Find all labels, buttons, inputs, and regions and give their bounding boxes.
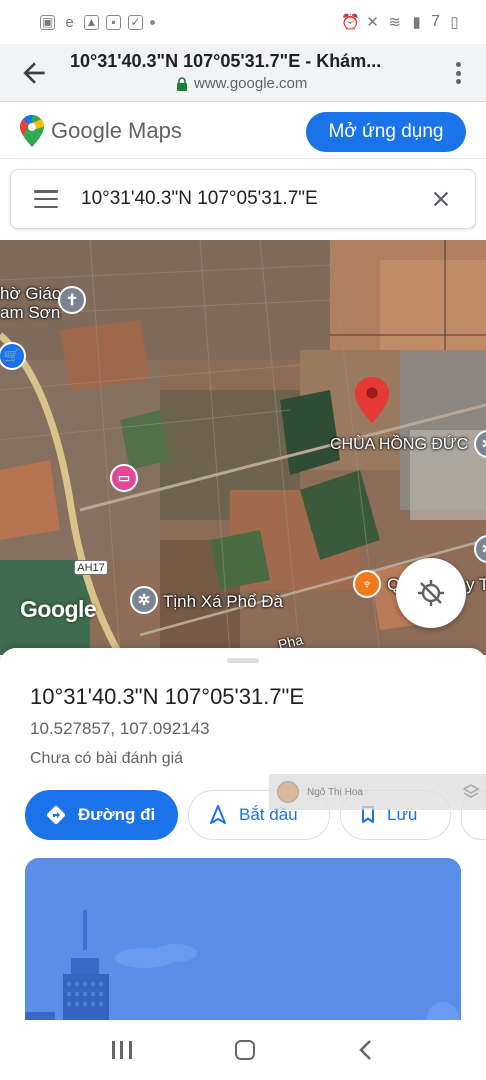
back-icon[interactable] [358,1039,374,1061]
maps-header: Google Maps Mở ứng dụng [0,103,486,159]
city-illustration [25,858,461,1020]
status-notifications: ▣ e ▲ ▪ ✓ [40,13,155,31]
dropped-pin-icon[interactable] [355,377,389,423]
map-label-church-line1: hờ Giáo [0,284,62,303]
map-label-partial-right: y T [466,575,486,594]
church-poi-icon[interactable]: ✝ [58,286,86,314]
restaurant-poi-icon[interactable]: ♆ [353,570,381,598]
more-options-icon[interactable] [448,59,468,87]
place-photo-card[interactable] [25,858,461,1020]
status-bar: ▣ e ▲ ▪ ✓ ⏰ ✕ ≋ ▮ 7 ▯ [0,0,486,44]
user-watermark: Ngô Thị Hoa [269,774,486,810]
google-wordmark: Google [20,596,97,622]
battery-level: 7 [431,13,440,30]
mute-icon: ✕ [366,13,379,31]
drag-handle[interactable] [227,658,259,663]
layers-icon [462,784,480,798]
check-notification-icon: ✓ [128,14,143,30]
photo-notification-icon: ▲ [84,14,99,30]
review-status: Chưa có bài đánh giá [30,750,184,767]
map-label-pagoda[interactable]: CHÙA HỒNG ĐỨC [330,436,468,454]
url-text: www.google.com [194,75,308,92]
lock-icon [177,76,187,91]
battery-icon: ▯ [450,13,459,31]
app-notification-icon: ▪ [106,14,121,30]
watermark-name: Ngô Thị Hoa [307,786,363,798]
gallery-notification-icon: ▣ [40,14,55,30]
search-input[interactable]: 10°31'40.3"N 107°05'31.7"E [81,188,318,210]
browser-notification-icon: e [65,13,74,31]
close-icon[interactable] [430,188,452,210]
location-off-icon [418,580,444,606]
menu-icon[interactable] [34,190,58,208]
recent-apps-icon[interactable] [111,1041,132,1059]
my-location-button[interactable] [396,558,466,628]
temple-poi-icon[interactable]: ✲ [130,586,158,614]
navigation-icon [210,805,226,824]
open-app-button[interactable]: Mở ứng dụng [306,112,466,152]
map-label-church-line2: am Sơn [0,303,61,322]
google-maps-logo-icon [20,115,44,147]
page-title[interactable]: 10°31'40.3"N 107°05'31.7"E - Khám... [70,51,420,72]
satellite-map[interactable]: hờ Giáo am Sơn ✝ 🛒 ▭ ✲ Tịnh Xá Phổ Đà ♆ … [0,240,486,655]
place-title: 10°31'40.3"N 107°05'31.7"E [30,684,305,709]
place-coordinates: 10.527857, 107.092143 [30,719,210,738]
place-sheet[interactable]: 10°31'40.3"N 107°05'31.7"E 10.527857, 10… [0,648,486,1020]
alarm-icon: ⏰ [341,13,360,31]
avatar [277,781,299,803]
more-notifications-dot [150,19,155,25]
url-display[interactable]: www.google.com [176,75,307,92]
hotel-poi-icon[interactable]: ▭ [110,464,138,492]
status-system: ⏰ ✕ ≋ ▮ 7 ▯ [341,13,462,31]
search-box[interactable]: 10°31'40.3"N 107°05'31.7"E [10,169,476,229]
directions-button[interactable]: Đường đi [25,790,178,840]
road-shield-ah17: AH17 [74,560,108,575]
browser-toolbar: 10°31'40.3"N 107°05'31.7"E - Khám... www… [0,44,486,102]
home-icon[interactable] [234,1040,255,1060]
back-arrow-icon[interactable] [18,57,50,89]
maps-logo-text: Google Maps [51,118,182,143]
wifi-icon: ≋ [388,13,401,31]
system-navigation-bar [0,1020,486,1080]
directions-label: Đường đi [78,805,156,824]
map-label-temple[interactable]: Tịnh Xá Phổ Đà [163,592,283,612]
signal-icon: ▮ [412,13,421,31]
directions-icon [46,805,66,825]
